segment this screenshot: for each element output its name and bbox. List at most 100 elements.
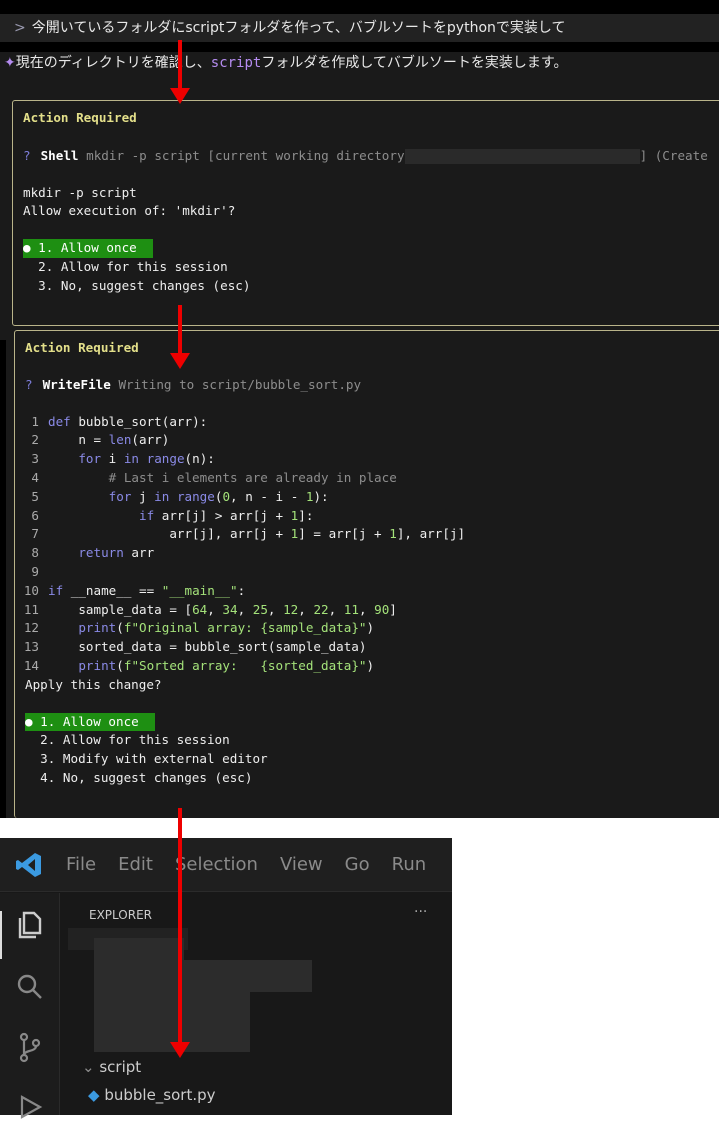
code-line: 10 if __name__ == "__main__":: [15, 582, 719, 601]
line-number: 9: [31, 563, 39, 579]
annotation-arrow: [170, 305, 190, 369]
line-number: 11: [23, 601, 39, 617]
option-1[interactable]: ● 1. Allow once: [23, 239, 153, 258]
menu-bar: File Edit Selection View Go Run: [0, 838, 452, 892]
code-text: sorted_data = bubble_sort(sample_data): [48, 639, 367, 655]
code-line: 12 print(f"Original array: {sample_data}…: [15, 619, 719, 638]
response-text-end: フォルダを作成してバブルソートを実装します。: [261, 55, 568, 71]
annotation-arrow: [170, 40, 190, 104]
explorer-title: EXPLORER: [89, 908, 152, 922]
search-icon[interactable]: [14, 971, 46, 1003]
line-number: 14: [23, 657, 39, 673]
code-line: 11 sample_data = [64, 34, 25, 12, 22, 11…: [15, 601, 719, 620]
write-action-box: Action Required ? WriteFile Writing to sc…: [14, 330, 719, 818]
separator: [0, 42, 719, 52]
top-band: [0, 0, 719, 14]
line-number: 12: [23, 620, 39, 636]
code-line: 8 return arr: [15, 544, 719, 563]
menu-edit[interactable]: Edit: [118, 854, 153, 875]
line-number: 3: [31, 451, 39, 467]
line-number: 5: [31, 488, 39, 504]
assistant-response: ✦現在のディレクトリを確認し、scriptフォルダを作成してバブルソートを実装し…: [4, 52, 568, 74]
response-keyword: script: [210, 55, 262, 71]
run-debug-icon[interactable]: [14, 1091, 46, 1123]
line-number: 13: [23, 639, 39, 655]
line-number: 4: [31, 469, 39, 485]
user-prompt: > 今開いているフォルダにscriptフォルダを作って、バブルソートをpython…: [0, 14, 719, 42]
code-line: 2 n = len(arr): [15, 431, 719, 450]
terminal: > 今開いているフォルダにscriptフォルダを作って、バブルソートをpython…: [0, 0, 719, 818]
more-actions-button[interactable]: ···: [414, 904, 427, 920]
code-text: print(f"Sorted array: {sorted_data}"): [78, 657, 375, 673]
code-line: 9: [15, 563, 719, 582]
option-4[interactable]: 4. No, suggest changes (esc): [25, 770, 252, 785]
tree-file-bubble-sort[interactable]: ◆ bubble_sort.py: [88, 1086, 216, 1104]
option-3[interactable]: 3. No, suggest changes (esc): [23, 278, 250, 293]
chevron-down-icon: ⌄: [82, 1058, 95, 1076]
menu-file[interactable]: File: [66, 854, 96, 875]
source-control-icon[interactable]: [14, 1031, 46, 1063]
menu-selection[interactable]: Selection: [175, 854, 258, 875]
code-line: 14 print(f"Sorted array: {sorted_data}"): [15, 657, 719, 676]
menu-view[interactable]: View: [280, 854, 323, 875]
prompt-text: 今開いているフォルダにscriptフォルダを作って、バブルソートをpythonで…: [31, 20, 566, 36]
question-icon: ?: [23, 147, 31, 163]
shell-action-box: Action Required ? Shell mkdir -p script […: [12, 100, 719, 326]
command: mkdir -p script: [23, 184, 137, 200]
code-text: for i in range(n):: [78, 451, 215, 467]
code-text: n = len(arr): [48, 432, 170, 448]
tool-name: Shell: [40, 147, 79, 163]
code-text: # Last i elements are already in place: [48, 469, 397, 485]
vscode-logo-icon: [16, 852, 41, 877]
question: Apply this change?: [25, 676, 162, 692]
action-title: Action Required: [23, 110, 137, 125]
tool-desc-end: ] (Create: [639, 147, 708, 163]
activity-bar: [0, 893, 60, 1119]
code-line: 4 # Last i elements are already in place: [15, 469, 719, 488]
python-file-icon: ◆: [88, 1086, 100, 1104]
code-line: 7 arr[j], arr[j + 1] = arr[j + 1], arr[j…: [15, 525, 719, 544]
tool-desc: Writing to script/bubble_sort.py: [118, 376, 362, 392]
option-3[interactable]: 3. Modify with external editor: [25, 751, 267, 766]
code-text: print(f"Original array: {sample_data}"): [78, 620, 375, 636]
line-number: 10: [23, 582, 39, 598]
menu-go[interactable]: Go: [345, 854, 370, 875]
explorer-icon[interactable]: [14, 909, 46, 941]
redacted-path: [404, 148, 640, 164]
redacted-tree: [94, 938, 184, 960]
line-number: 7: [31, 526, 39, 542]
folder-label: script: [99, 1058, 142, 1076]
tool-name: WriteFile: [42, 376, 111, 392]
line-number: 8: [31, 545, 39, 561]
left-strip: [0, 340, 6, 818]
code-line: 6 if arr[j] > arr[j + 1]:: [15, 507, 719, 526]
sparkle-icon: ✦: [4, 55, 16, 71]
line-number: 1: [31, 413, 39, 429]
option-2[interactable]: 2. Allow for this session: [23, 259, 228, 274]
tree-folder-script[interactable]: ⌄ script: [82, 1058, 141, 1076]
redacted-tree: [94, 960, 312, 992]
code-line: 5 for j in range(0, n - i - 1):: [15, 488, 719, 507]
code-text: sample_data = [64, 34, 25, 12, 22, 11, 9…: [48, 601, 397, 617]
code-line: 3 for i in range(n):: [15, 450, 719, 469]
code-text: return arr: [78, 545, 155, 561]
question: Allow execution of: 'mkdir'?: [23, 203, 236, 219]
code-text: arr[j], arr[j + 1] = arr[j + 1], arr[j]: [48, 526, 466, 542]
code-text: for j in range(0, n - i - 1):: [108, 488, 329, 504]
option-1[interactable]: ● 1. Allow once: [25, 712, 155, 732]
line-number: 2: [31, 432, 39, 448]
annotation-arrow: [170, 808, 190, 1058]
code-text: def bubble_sort(arr):: [48, 413, 208, 429]
question-icon: ?: [25, 376, 33, 392]
option-2[interactable]: 2. Allow for this session: [25, 732, 230, 747]
code-preview: 1 def bubble_sort(arr): 2 n = len(arr) 3 fo…: [15, 413, 719, 676]
file-label: bubble_sort.py: [104, 1086, 216, 1104]
code-line: 1 def bubble_sort(arr):: [15, 413, 719, 432]
line-number: 6: [31, 507, 39, 523]
code-text: if __name__ == "__main__":: [48, 582, 246, 598]
tool-desc: mkdir -p script [current working directo…: [86, 147, 405, 163]
code-text: if arr[j] > arr[j + 1]:: [139, 507, 314, 523]
prompt-chevron: >: [14, 20, 26, 36]
code-line: 13 sorted_data = bubble_sort(sample_data…: [15, 638, 719, 657]
menu-run[interactable]: Run: [392, 854, 427, 875]
